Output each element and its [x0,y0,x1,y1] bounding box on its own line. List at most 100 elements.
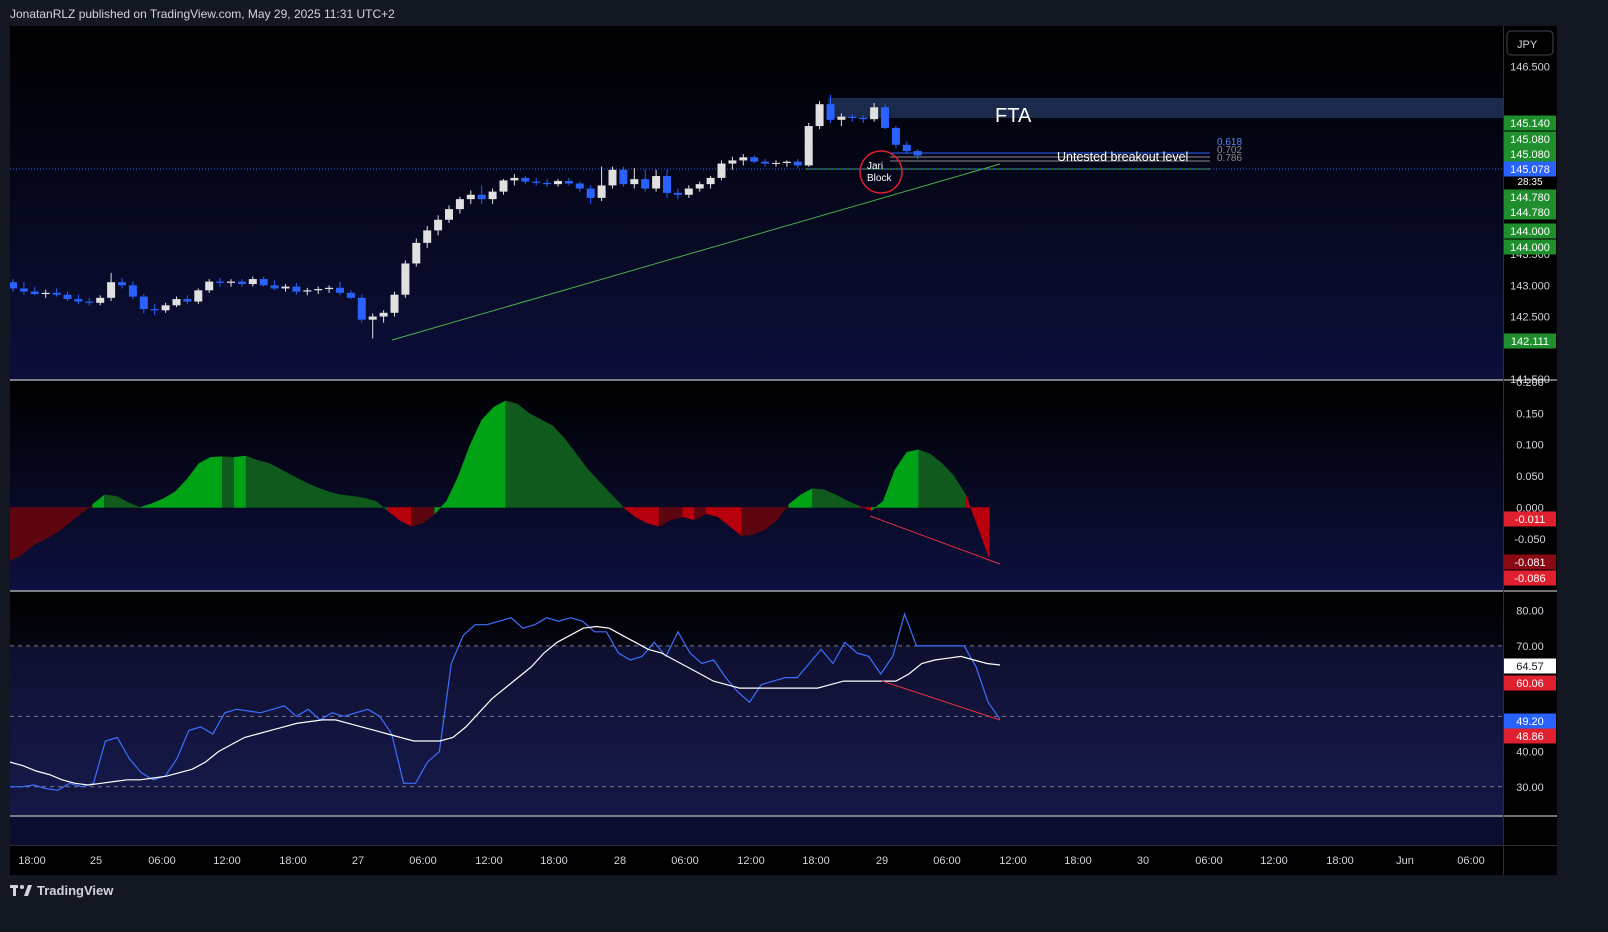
candle-body[interactable] [902,144,911,152]
candle-body[interactable] [9,282,17,289]
candle-body[interactable] [881,107,889,128]
footer-brand[interactable]: TradingView [10,883,113,898]
candle-body[interactable] [19,288,28,292]
candle-body[interactable] [346,292,355,298]
candle-body[interactable] [913,151,922,156]
candle-body[interactable] [815,104,824,127]
candle-body[interactable] [227,281,235,283]
candle-body[interactable] [107,282,116,298]
candle-body[interactable] [270,285,279,289]
candle-body[interactable] [619,169,628,185]
candle-body[interactable] [41,292,50,295]
candle-body[interactable] [434,219,443,231]
candle-body[interactable] [139,296,148,310]
candle-body[interactable] [870,107,879,120]
time-axis-label: 12:00 [999,855,1027,867]
candle-body[interactable] [248,279,257,285]
candle-body[interactable] [848,116,857,118]
candle-body[interactable] [96,297,105,303]
candle-body[interactable] [379,312,388,317]
candle-body[interactable] [543,182,552,185]
candle-body[interactable] [586,188,595,198]
candle-body[interactable] [412,242,421,264]
candle-body[interactable] [695,184,704,189]
candle-body[interactable] [52,292,61,295]
candle-body[interactable] [85,301,94,303]
candle-body[interactable] [891,127,900,145]
candle-body[interactable] [750,157,759,162]
oscillator-area-segment [104,494,117,508]
candle-body[interactable] [554,181,562,185]
candle-body[interactable] [390,294,399,313]
candle-body[interactable] [445,209,453,220]
candle-body[interactable] [128,285,137,297]
fta-zone[interactable] [828,98,1503,118]
time-axis-label: 06:00 [1457,855,1485,867]
candle-body[interactable] [183,299,192,302]
candle-body[interactable] [772,162,780,164]
candle-body[interactable] [161,305,170,311]
candle-body[interactable] [216,281,225,283]
candle-body[interactable] [150,309,159,311]
price-label-text: 49.20 [1516,716,1544,728]
candle-body[interactable] [793,161,802,166]
candle-body[interactable] [782,161,791,163]
candle-body[interactable] [706,177,715,185]
candle-body[interactable] [728,160,737,164]
candle-body[interactable] [804,126,813,166]
candle-body[interactable] [455,199,464,210]
candle-body[interactable] [859,117,868,120]
candle-body[interactable] [532,181,541,183]
candle-body[interactable] [423,230,432,243]
candle-body[interactable] [281,286,290,289]
time-axis-label: 18:00 [279,855,307,867]
candle-body[interactable] [118,282,126,286]
candle-body[interactable] [314,289,323,291]
chart-frame[interactable]: FTA 0.618 0.702 0.786 Untested breakout … [9,26,1557,875]
candle-body[interactable] [521,177,530,182]
candle-body[interactable] [499,180,508,192]
oscillator-area-segment [340,494,353,508]
candle-body[interactable] [739,157,748,161]
candle-body[interactable] [826,104,835,120]
candle-body[interactable] [466,194,475,200]
time-axis-label: 30 [1137,855,1149,867]
candle-body[interactable] [717,163,726,178]
fta-label: FTA [995,105,1032,127]
candle-body[interactable] [477,194,486,200]
chart-svg[interactable]: FTA 0.618 0.702 0.786 Untested breakout … [9,26,1557,875]
candle-body[interactable] [357,297,366,320]
candle-body[interactable] [641,179,650,189]
candle-body[interactable] [630,179,639,185]
candle-body[interactable] [575,183,584,189]
candle-body[interactable] [837,116,846,120]
candle-body[interactable] [325,287,334,290]
candle-body[interactable] [336,287,344,293]
candle-body[interactable] [368,316,377,320]
time-axis[interactable]: 18:00 25 06:00 12:00 18:00 27 06:00 12:00 18:00 2… [18,855,1485,867]
oscillator-area-segment [281,469,294,508]
candle-body[interactable] [303,290,312,292]
candle-body[interactable] [652,176,661,189]
candle-body[interactable] [684,188,693,195]
candle-body[interactable] [237,281,246,285]
candle-body[interactable] [194,290,203,302]
candle-body[interactable] [510,177,519,181]
candle-body[interactable] [488,191,497,200]
candle-body[interactable] [30,291,39,295]
candle-body[interactable] [761,161,770,164]
candle-body[interactable] [564,181,573,184]
candle-body[interactable] [608,169,617,186]
candle-body[interactable] [63,294,72,300]
candle-body[interactable] [74,299,83,302]
candle-body[interactable] [401,263,410,295]
candle-body[interactable] [673,192,682,195]
oscillator-area-segment [540,419,554,508]
candle-body[interactable] [259,279,268,286]
candle-body[interactable] [292,286,301,292]
candle-body[interactable] [205,281,214,291]
candle-body[interactable] [172,299,181,306]
candle-body[interactable] [597,185,606,198]
candle-body[interactable] [663,176,671,193]
countdown-label: 28:35 [1517,177,1542,188]
